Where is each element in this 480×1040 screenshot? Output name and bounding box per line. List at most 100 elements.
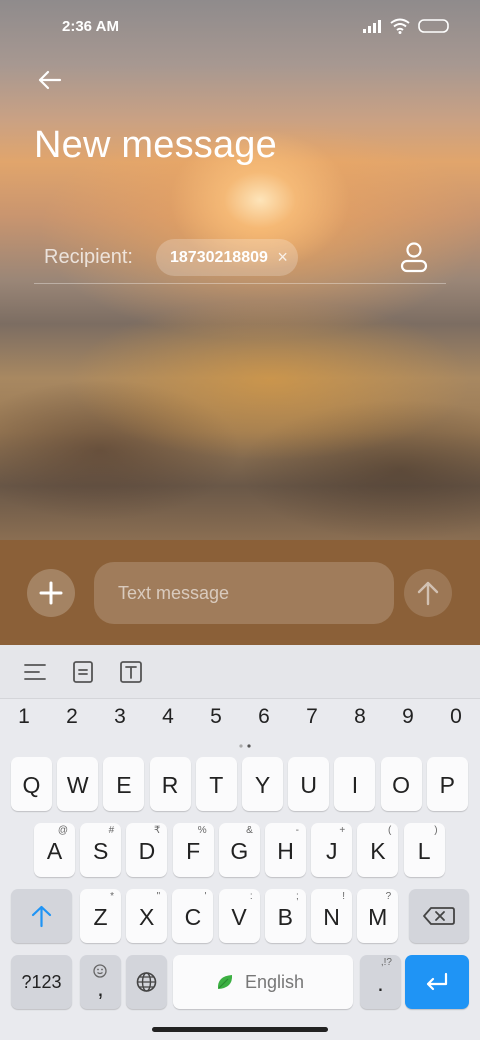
keyboard: 1234567890 Q W E R T Y U I O P @ A # S ₹ D% F & G - H + J(K) L *… xyxy=(0,645,480,1040)
back-arrow-icon[interactable] xyxy=(32,62,68,98)
key-b-hint: ; xyxy=(296,891,299,902)
add-attachment-button[interactable] xyxy=(27,569,75,617)
remove-recipient-icon[interactable]: × xyxy=(277,239,288,276)
key-a[interactable]: @ A xyxy=(34,823,75,877)
globe-icon xyxy=(136,972,157,992)
key-f[interactable]: % F xyxy=(172,823,214,877)
number-key-7[interactable]: 7 xyxy=(288,705,336,729)
key-t-label: T xyxy=(209,772,224,798)
key-r[interactable]: R xyxy=(149,757,191,811)
space-bar-label: English xyxy=(245,972,305,992)
key-n[interactable]: ! N xyxy=(311,889,352,943)
clipboard-icon[interactable] xyxy=(70,659,96,685)
enter-key[interactable] xyxy=(405,955,469,1009)
keyboard-toolbar xyxy=(0,645,480,699)
space-bar[interactable]: English xyxy=(173,955,353,1009)
key-k-label: K xyxy=(370,838,386,864)
key-u[interactable]: U xyxy=(288,757,330,811)
key-h-hint: - xyxy=(295,825,299,836)
comma-key-label: , xyxy=(97,975,104,1001)
send-arrow-up-icon xyxy=(417,581,439,606)
number-key-3[interactable]: 3 xyxy=(96,705,144,729)
comma-key[interactable]: , xyxy=(80,955,121,1009)
key-b[interactable]: ; B xyxy=(264,889,306,943)
key-h[interactable]: -H xyxy=(265,823,306,877)
key-e[interactable]: E xyxy=(103,757,145,811)
key-y[interactable]: Y xyxy=(242,757,283,811)
symbols-key[interactable]: ?123 xyxy=(11,955,72,1009)
key-z[interactable]: * Z xyxy=(80,889,121,943)
menu-lines-icon[interactable] xyxy=(22,659,48,685)
key-u-label: U xyxy=(300,772,317,798)
key-c-label: C xyxy=(184,904,202,930)
key-d-hint: ₹ xyxy=(154,825,161,836)
wifi-icon xyxy=(390,18,410,34)
key-k[interactable]: (K xyxy=(357,823,399,877)
recipient-divider xyxy=(34,283,446,284)
key-j-hint: + xyxy=(339,825,346,836)
number-key-5[interactable]: 5 xyxy=(192,705,240,729)
key-y-label: Y xyxy=(254,772,271,798)
key-a-hint: @ xyxy=(57,825,68,836)
backspace-key[interactable] xyxy=(409,889,469,943)
key-x-label: X xyxy=(139,904,155,930)
home-indicator xyxy=(152,1027,328,1032)
key-k-hint: ( xyxy=(388,825,392,836)
key-g[interactable]: & G xyxy=(218,823,260,877)
key-v-hint: : xyxy=(249,891,253,902)
key-n-hint: ! xyxy=(342,891,345,902)
key-p[interactable]: P xyxy=(426,757,468,811)
period-key[interactable]: ,!?. xyxy=(360,955,401,1009)
number-key-2[interactable]: 2 xyxy=(48,705,96,729)
key-v[interactable]: :V xyxy=(218,889,260,943)
key-l[interactable]: ) L xyxy=(403,823,445,877)
key-q[interactable]: Q xyxy=(11,757,52,811)
key-b-label: B xyxy=(277,904,293,930)
key-i-label: I xyxy=(351,772,359,798)
key-h-label: H xyxy=(277,838,294,864)
number-key-4[interactable]: 4 xyxy=(144,705,192,729)
key-p-label: P xyxy=(439,772,455,798)
key-f-label: F xyxy=(186,838,201,864)
key-s[interactable]: # S xyxy=(80,823,122,877)
number-key-6[interactable]: 6 xyxy=(240,705,288,729)
key-c[interactable]: ' C xyxy=(172,889,214,943)
plus-icon xyxy=(39,581,63,605)
key-w[interactable]: W xyxy=(57,757,99,811)
key-o-label: O xyxy=(392,772,411,798)
number-key-8[interactable]: 8 xyxy=(336,705,384,729)
key-x-hint: " xyxy=(156,891,161,902)
recipient-chip-number: 18730218809 xyxy=(170,249,268,266)
key-g-label: G xyxy=(230,838,249,864)
key-i[interactable]: I xyxy=(334,757,376,811)
key-t[interactable]: T xyxy=(195,757,237,811)
key-s-hint: # xyxy=(108,825,115,836)
key-c-hint: ' xyxy=(204,891,207,902)
shift-key[interactable] xyxy=(11,889,72,943)
key-a-label: A xyxy=(46,838,63,864)
send-button[interactable] xyxy=(404,569,452,617)
key-z-hint: * xyxy=(110,891,114,902)
key-f-hint: % xyxy=(197,825,207,836)
number-key-9[interactable]: 9 xyxy=(384,705,432,729)
recipient-chip[interactable]: 18730218809 × xyxy=(156,239,298,276)
text-edit-icon[interactable] xyxy=(118,659,144,685)
key-q-label: Q xyxy=(22,772,41,798)
key-v-label: V xyxy=(231,904,247,930)
key-d[interactable]: ₹ D xyxy=(126,823,168,877)
cellular-signal-icon xyxy=(363,20,381,33)
number-key-1[interactable]: 1 xyxy=(0,705,48,729)
key-o[interactable]: O xyxy=(380,757,422,811)
text-message-input[interactable] xyxy=(94,562,394,624)
period-key-label: . xyxy=(377,970,384,996)
key-j[interactable]: + J xyxy=(311,823,353,877)
contact-picker-icon[interactable] xyxy=(398,240,430,274)
key-m[interactable]: ? M xyxy=(357,889,399,943)
key-d-label: D xyxy=(138,838,156,864)
language-key[interactable] xyxy=(126,955,167,1009)
key-s-label: S xyxy=(93,838,109,864)
key-z-label: Z xyxy=(93,904,108,930)
number-key-0[interactable]: 0 xyxy=(432,705,480,729)
key-m-hint: ? xyxy=(385,891,392,902)
key-x[interactable]: " X xyxy=(126,889,168,943)
